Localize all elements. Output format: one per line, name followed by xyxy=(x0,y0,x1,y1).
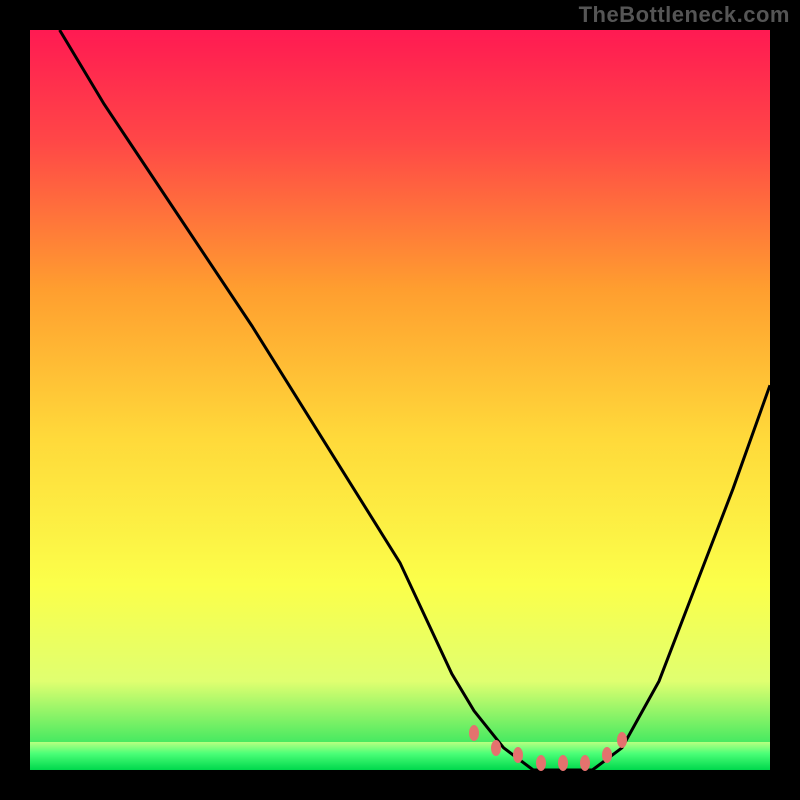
watermark-text: TheBottleneck.com xyxy=(579,2,790,28)
plot-frame xyxy=(30,30,770,770)
chart-container: TheBottleneck.com xyxy=(0,0,800,800)
marker-dot xyxy=(536,755,546,771)
marker-dot xyxy=(617,732,627,748)
marker-dot xyxy=(469,725,479,741)
marker-dot xyxy=(602,747,612,763)
bottleneck-curve xyxy=(30,30,770,770)
marker-dot xyxy=(513,747,523,763)
marker-dot xyxy=(558,755,568,771)
marker-dot xyxy=(491,740,501,756)
marker-dot xyxy=(580,755,590,771)
